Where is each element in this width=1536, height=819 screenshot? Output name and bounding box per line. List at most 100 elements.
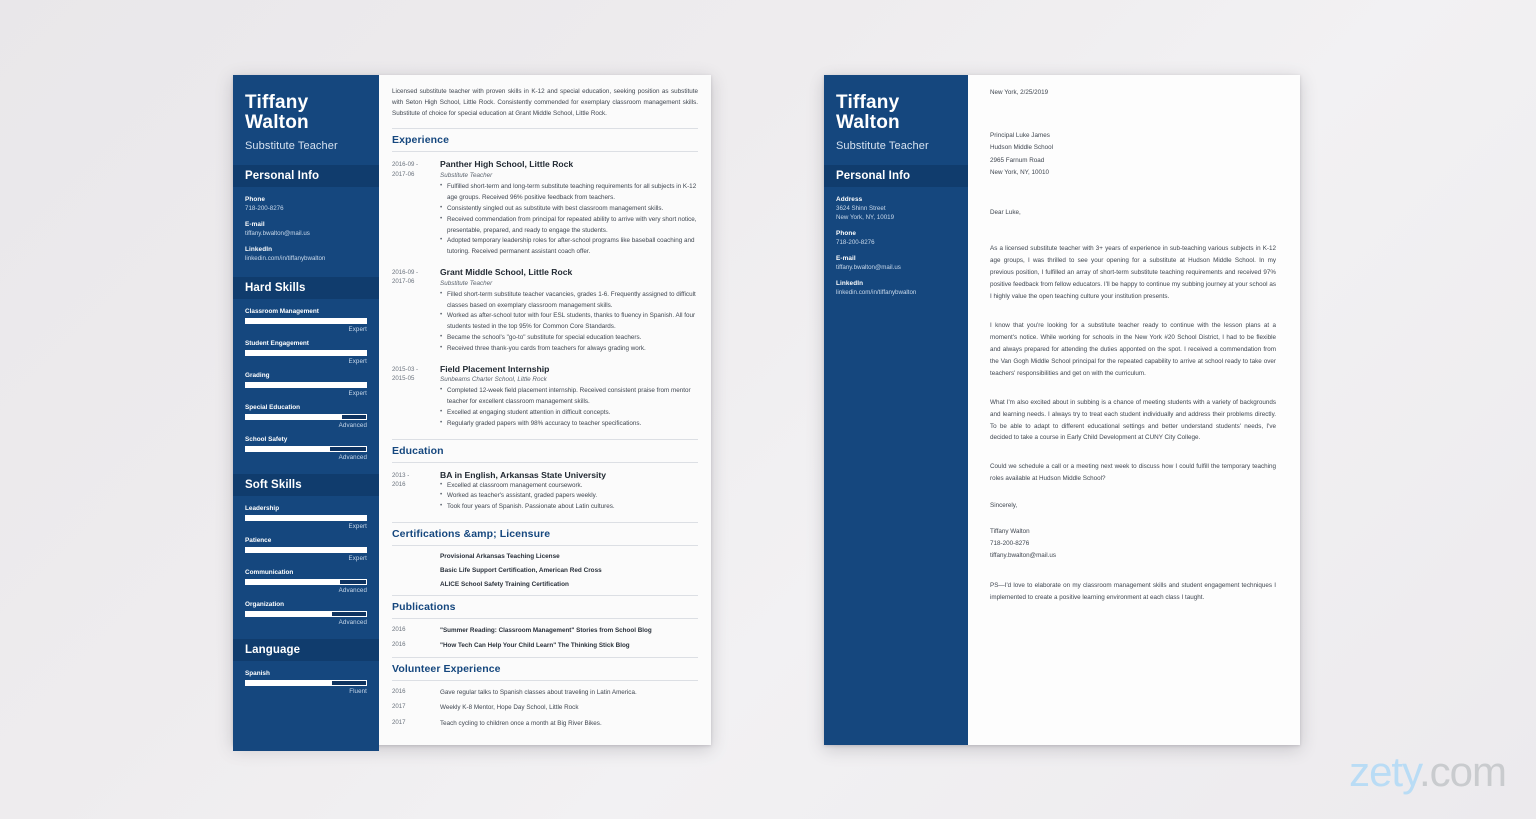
- experience-bullets: Completed 12-week field placement intern…: [440, 385, 698, 429]
- resume-main-column: Licensed substitute teacher with proven …: [379, 75, 711, 745]
- experience-bullets: Filled short-term substitute teacher vac…: [440, 289, 698, 355]
- resume-volunteer-list: 2016 Gave regular talks to Spanish class…: [392, 688, 698, 728]
- cover-letter-contact-item: Phone 718-200-8276: [836, 230, 956, 248]
- resume-summary: Licensed substitute teacher with proven …: [392, 88, 698, 117]
- soft-skill-level: Expert: [348, 523, 367, 531]
- cover-letter-personal-info-header: Personal Info: [824, 165, 968, 188]
- soft-skill-name: Organization: [245, 601, 285, 609]
- hard-skill-name: Student Engagement: [245, 340, 309, 348]
- soft-skill-item: Organization Advanced: [245, 601, 367, 626]
- hard-skill-name: Grading: [245, 372, 270, 380]
- resume-contact-value[interactable]: tiffany.bwalton@mail.us: [245, 230, 367, 239]
- cover-letter-last-name: Walton: [836, 112, 900, 134]
- certification-text: ALICE School Safety Training Certificati…: [440, 580, 569, 588]
- hard-skill-level: Expert: [348, 358, 367, 366]
- resume-contact-item: LinkedIn linkedin.com/in/tiffanybwalton: [245, 246, 367, 264]
- experience-subtitle: Sunbeams Charter School, Little Rock: [440, 376, 547, 384]
- education-date: 2013 -2016: [392, 471, 410, 489]
- hard-skill-bar-fill: [246, 319, 366, 324]
- cover-letter-body: New York, 2/25/2019 Principal Luke James…: [968, 75, 1300, 745]
- experience-date: 2016-09 -2017-06: [392, 161, 419, 178]
- soft-skill-name: Communication: [245, 569, 294, 577]
- cover-letter-contact-label: LinkedIn: [836, 280, 864, 288]
- publication-text: "Summer Reading: Classroom Management" S…: [440, 626, 652, 634]
- certification-entry: Provisional Arkansas Teaching License: [392, 553, 698, 560]
- cover-letter-job-title: Substitute Teacher: [836, 140, 929, 153]
- cover-letter-contact-label: Address: [836, 196, 863, 204]
- experience-title: Panther High School, Little Rock: [440, 159, 574, 170]
- volunteer-entry: 2017 Teach cycling to children once a mo…: [392, 719, 698, 728]
- resume-experience-list: 2016-09 -2017-06 Panther High School, Li…: [392, 159, 698, 429]
- experience-title: Field Placement Internship: [440, 363, 550, 374]
- soft-skill-bar-fill: [246, 612, 333, 617]
- resume-education-list: 2013 -2016 BA in English, Arkansas State…: [392, 470, 698, 513]
- hard-skill-bar-track: [245, 446, 367, 453]
- cover-letter-contact-value[interactable]: 3624 Shinn Street New York, NY, 10019: [836, 205, 956, 223]
- resume-contact-value[interactable]: 718-200-8276: [245, 205, 367, 214]
- resume-contact-value[interactable]: linkedin.com/in/tiffanybwalton: [245, 255, 367, 264]
- volunteer-entry: 2016 Gave regular talks to Spanish class…: [392, 688, 698, 697]
- experience-subtitle: Substitute Teacher: [440, 279, 493, 287]
- volunteer-text: Teach cycling to children once a month a…: [440, 719, 602, 727]
- hard-skill-item: Student Engagement Expert: [245, 340, 367, 365]
- experience-bullet: Adopted temporary leadership roles for a…: [440, 235, 698, 258]
- resume-soft-skills-heading: Soft Skills: [245, 479, 302, 492]
- hard-skill-bar-fill: [246, 447, 330, 452]
- resume-education-heading: Education: [392, 438, 698, 463]
- experience-bullets: Fulfilled short-term and long-term subst…: [440, 181, 698, 258]
- resume-volunteer-heading: Volunteer Experience: [392, 656, 698, 681]
- workspace-canvas: Tiffany Walton Substitute Teacher Person…: [0, 0, 1536, 819]
- education-bullet: Excelled at classroom management coursew…: [440, 480, 698, 492]
- experience-bullet: Fulfilled short-term and long-term subst…: [440, 181, 698, 204]
- hard-skill-item: Classroom Management Expert: [245, 308, 367, 333]
- resume-contact-label: E-mail: [245, 221, 265, 229]
- experience-title: Grant Middle School, Little Rock: [440, 267, 573, 278]
- experience-bullet: Excelled at engaging student attention i…: [440, 407, 698, 419]
- resume-personal-info-list: Phone 718-200-8276 E-mail tiffany.bwalto…: [245, 187, 367, 264]
- experience-date: 2015-03 -2015-05: [392, 365, 419, 383]
- hard-skill-item: Grading Expert: [245, 372, 367, 397]
- resume-publications-heading: Publications: [392, 594, 698, 619]
- language-name: Spanish: [245, 670, 270, 678]
- cover-letter-contact-value[interactable]: linkedin.com/in/tiffanybwalton: [836, 289, 956, 298]
- soft-skill-bar-fill: [246, 580, 340, 585]
- watermark-tld: .com: [1418, 748, 1507, 795]
- cover-letter-greeting: Dear Luke,: [990, 209, 1021, 217]
- cover-letter-contact-item: Address 3624 Shinn Street New York, NY, 1…: [836, 196, 956, 223]
- cover-letter-contact-value[interactable]: 718-200-8276: [836, 239, 956, 248]
- cover-letter-contact-value[interactable]: tiffany.bwalton@mail.us: [836, 264, 956, 273]
- experience-bullet: Received commendation from principal for…: [440, 214, 698, 237]
- soft-skill-bar-track: [245, 515, 367, 522]
- hard-skill-item: Special Education Advanced: [245, 404, 367, 429]
- hard-skill-bar-fill: [246, 383, 366, 388]
- education-bullet: Worked as teacher's assistant, graded pa…: [440, 490, 698, 502]
- resume-personal-info-heading: Personal Info: [245, 170, 320, 183]
- volunteer-text: Weekly K-8 Mentor, Hope Day School, Litt…: [440, 704, 579, 712]
- resume-certifications-list: Provisional Arkansas Teaching License Ba…: [392, 553, 698, 588]
- soft-skill-bar-fill: [246, 548, 366, 553]
- education-bullet: Took four years of Spanish. Passionate a…: [440, 501, 698, 513]
- hard-skill-name: School Safety: [245, 436, 288, 444]
- soft-skill-item: Patience Expert: [245, 537, 367, 562]
- language-bar-fill: [246, 681, 333, 686]
- publication-date: 2016: [392, 641, 406, 649]
- publication-date: 2016: [392, 625, 406, 633]
- hard-skill-bar-track: [245, 414, 367, 421]
- resume-language-list: Spanish Fluent: [245, 661, 367, 695]
- soft-skill-bar-fill: [246, 516, 366, 521]
- experience-date: 2016-09 -2017-06: [392, 269, 419, 286]
- cover-letter-signoff: Sincerely,: [990, 502, 1018, 510]
- hard-skill-bar-fill: [246, 351, 366, 356]
- cover-letter-first-name: Tiffany: [836, 92, 900, 113]
- resume-experience-heading: Experience: [392, 128, 698, 153]
- hard-skill-item: School Safety Advanced: [245, 436, 367, 461]
- resume-certifications-heading: Certifications &amp; Licensure: [392, 521, 698, 546]
- experience-entry: 2016-09 -2017-06 Panther High School, Li…: [392, 159, 698, 258]
- education-title: BA in English, Arkansas State University: [440, 469, 607, 480]
- experience-subtitle: Substitute Teacher: [440, 172, 493, 180]
- soft-skill-bar-track: [245, 579, 367, 586]
- soft-skill-level: Advanced: [338, 587, 367, 595]
- resume-contact-label: LinkedIn: [245, 246, 273, 254]
- soft-skill-bar-track: [245, 611, 367, 618]
- cover-letter-paragraph: Could we schedule a call or a meeting ne…: [990, 463, 1276, 483]
